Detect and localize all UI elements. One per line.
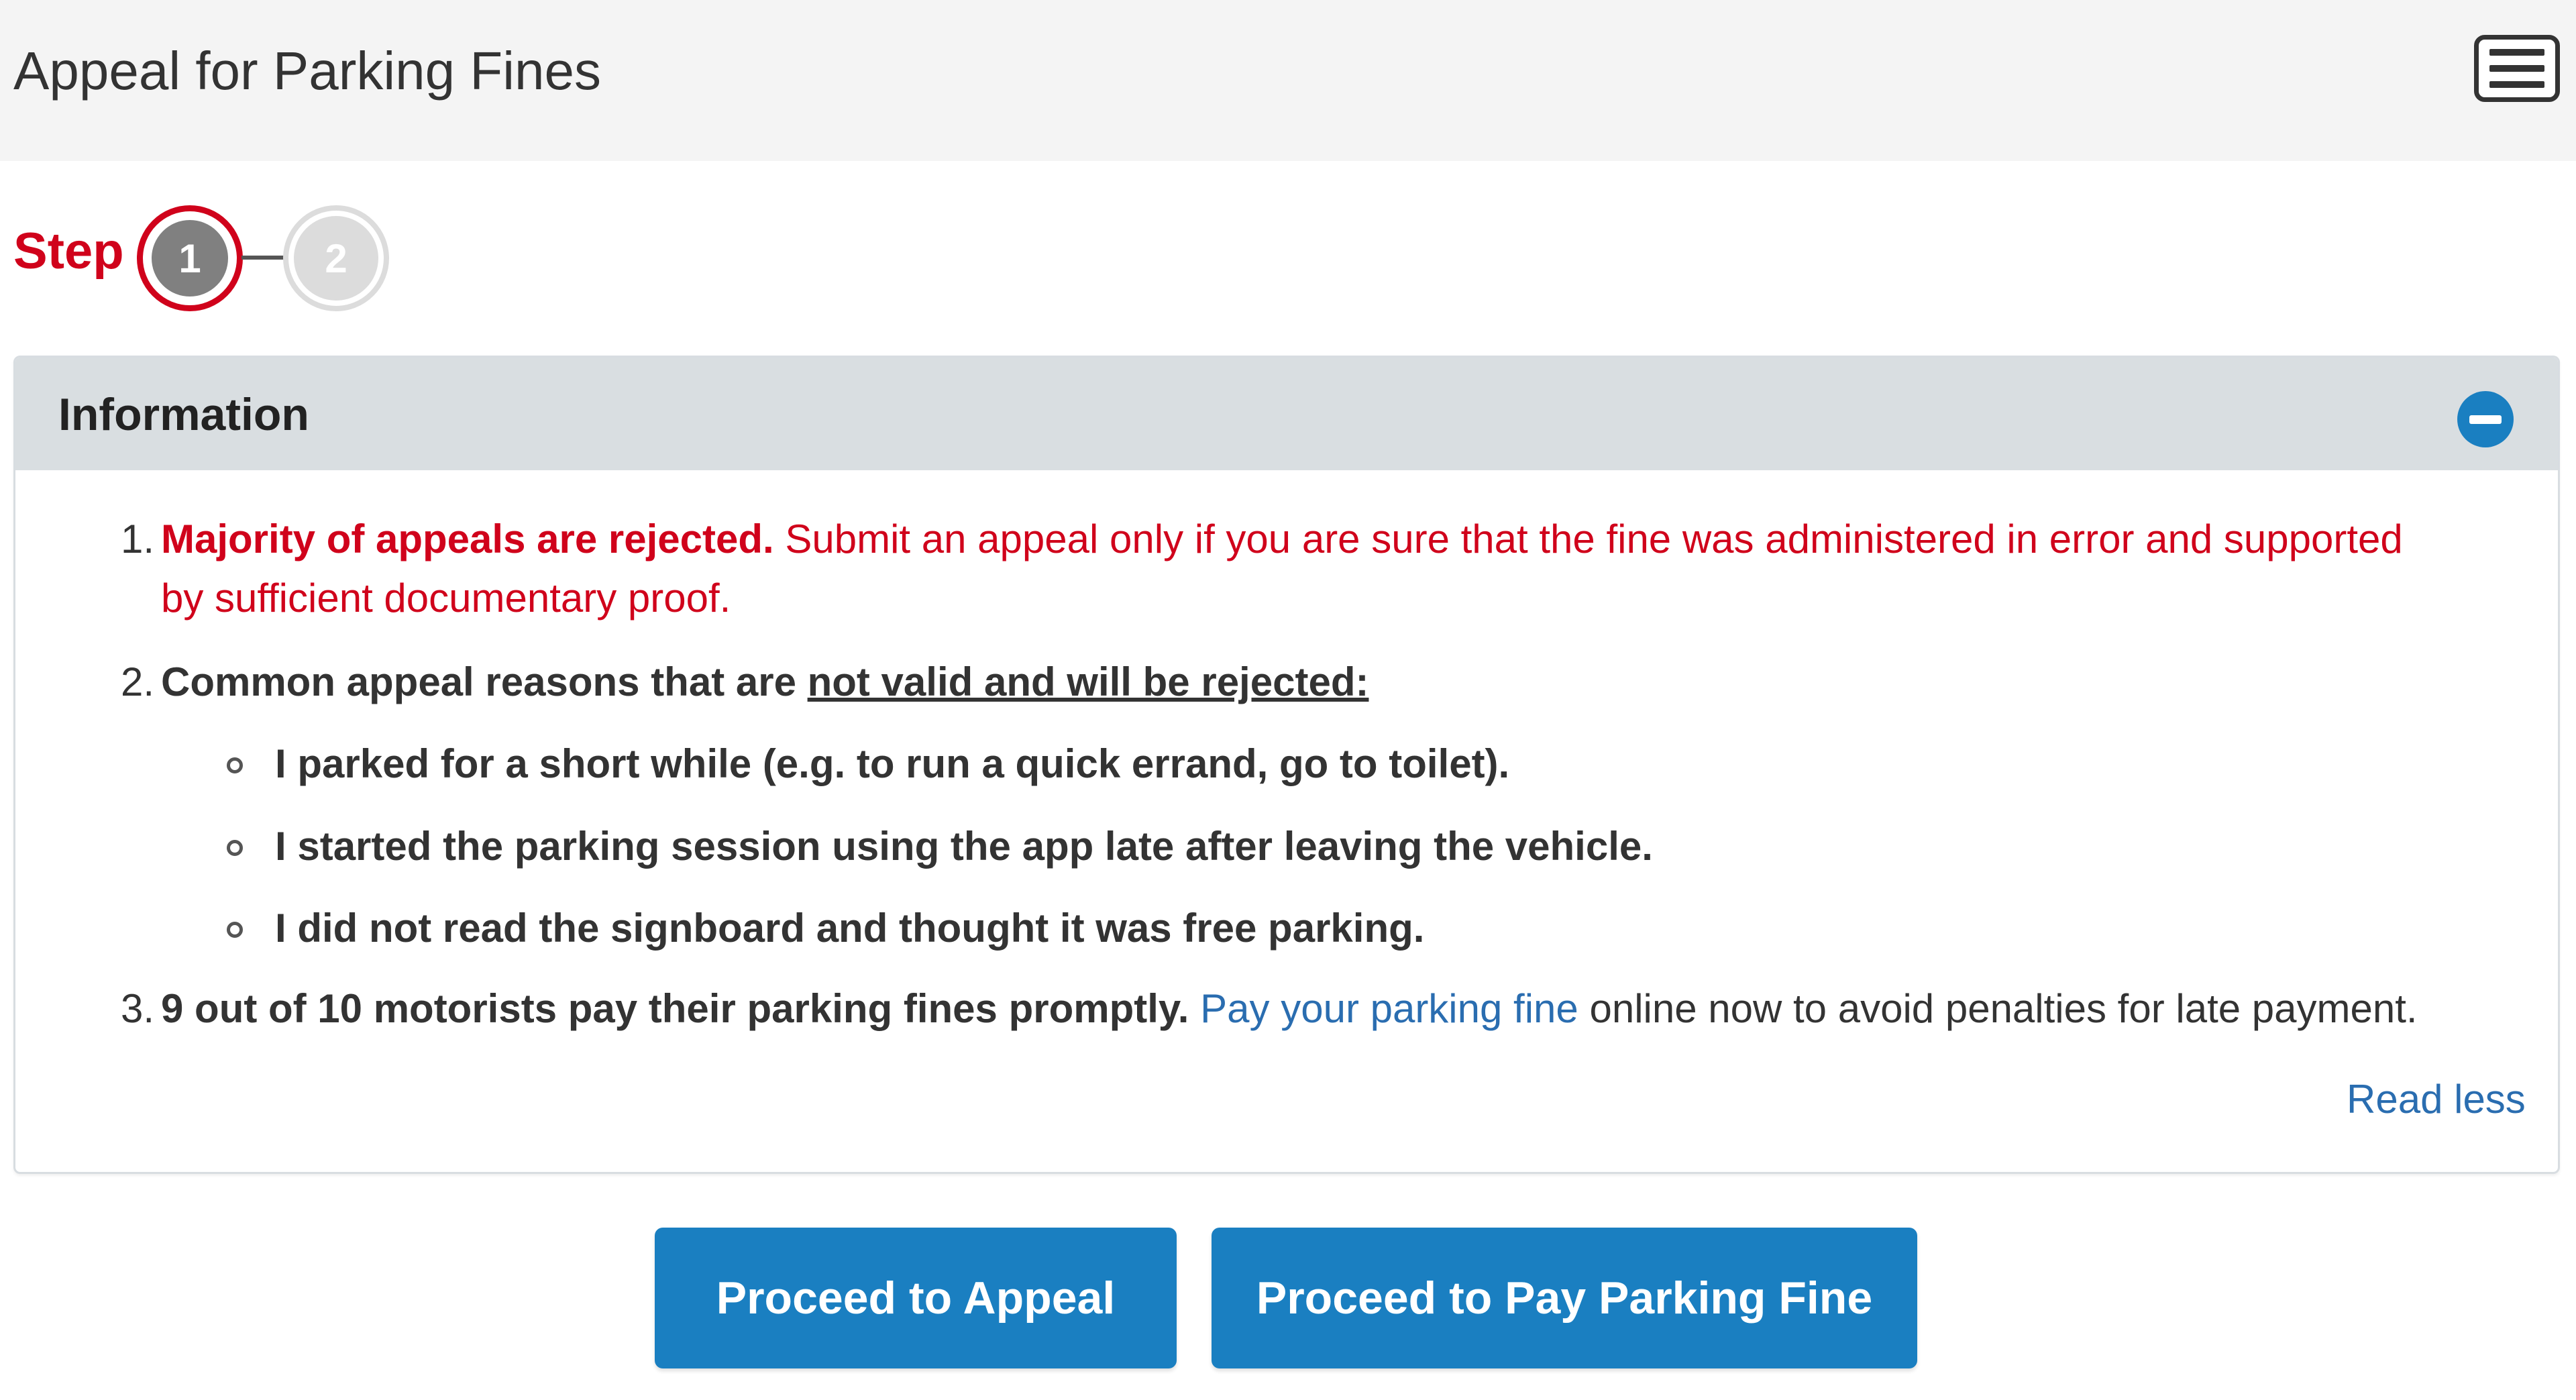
read-less-link[interactable]: Read less (2347, 1070, 2526, 1129)
page-title: Appeal for Parking Fines (13, 41, 602, 101)
step-label: Step (13, 223, 124, 280)
menu-bar (2489, 49, 2544, 56)
invalid-reasons-intro: Common appeal reasons that are (161, 659, 808, 704)
proceed-to-appeal-button[interactable]: Proceed to Appeal (655, 1228, 1177, 1368)
bullet-circle-icon (227, 922, 243, 938)
invalid-reasons-emphasis: not valid and will be rejected: (807, 659, 1369, 704)
menu-bar (2489, 65, 2544, 72)
step-2-indicator: 2 (283, 205, 389, 311)
app-header: Appeal for Parking Fines (0, 0, 2576, 161)
information-panel-header[interactable]: Information (15, 358, 2558, 470)
step-2-number: 2 (294, 216, 378, 301)
info-item-2: 2. Common appeal reasons that are not va… (107, 653, 2455, 713)
invalid-reason-item: I parked for a short while (e.g. to run … (221, 735, 2234, 795)
info-item-3: 3. 9 out of 10 motorists pay their parki… (107, 979, 2455, 1040)
information-panel-title: Information (58, 389, 309, 440)
step-1-number: 1 (149, 217, 231, 299)
payment-guidance-text: online now to avoid penalties for late p… (1578, 986, 2418, 1031)
info-item-number: 3. (120, 986, 154, 1031)
invalid-reason-text: I parked for a short while (e.g. to run … (275, 741, 1510, 786)
invalid-reason-text: I did not read the signboard and thought… (275, 906, 1425, 951)
info-item-body: 9 out of 10 motorists pay their parking … (161, 979, 2418, 1038)
menu-bar (2489, 81, 2544, 88)
step-1-indicator: 1 (137, 205, 243, 311)
step-connector (241, 256, 284, 260)
info-item-body: Majority of appeals are rejected. Submit… (161, 510, 2442, 628)
bullet-circle-icon (227, 840, 243, 856)
pay-parking-fine-link[interactable]: Pay your parking fine (1200, 986, 1578, 1031)
minus-glyph (2469, 415, 2502, 424)
info-item-body: Common appeal reasons that are not valid… (161, 653, 1368, 712)
info-item-1: 1. Majority of appeals are rejected. Sub… (107, 510, 2455, 631)
info-item-number: 1. (120, 517, 154, 561)
payment-statistic: 9 out of 10 motorists pay their parking … (161, 986, 1189, 1031)
invalid-reason-item: I started the parking session using the … (221, 817, 2234, 877)
invalid-reason-text: I started the parking session using the … (275, 824, 1653, 869)
info-item-number: 2. (120, 659, 154, 704)
invalid-reason-item: I did not read the signboard and thought… (221, 899, 2234, 959)
rejection-warning: Majority of appeals are rejected. (161, 517, 774, 561)
minus-circle-icon[interactable] (2457, 391, 2514, 447)
hamburger-menu-icon[interactable] (2474, 35, 2560, 102)
bullet-circle-icon (227, 757, 243, 773)
proceed-to-pay-fine-button[interactable]: Proceed to Pay Parking Fine (1212, 1228, 1917, 1368)
